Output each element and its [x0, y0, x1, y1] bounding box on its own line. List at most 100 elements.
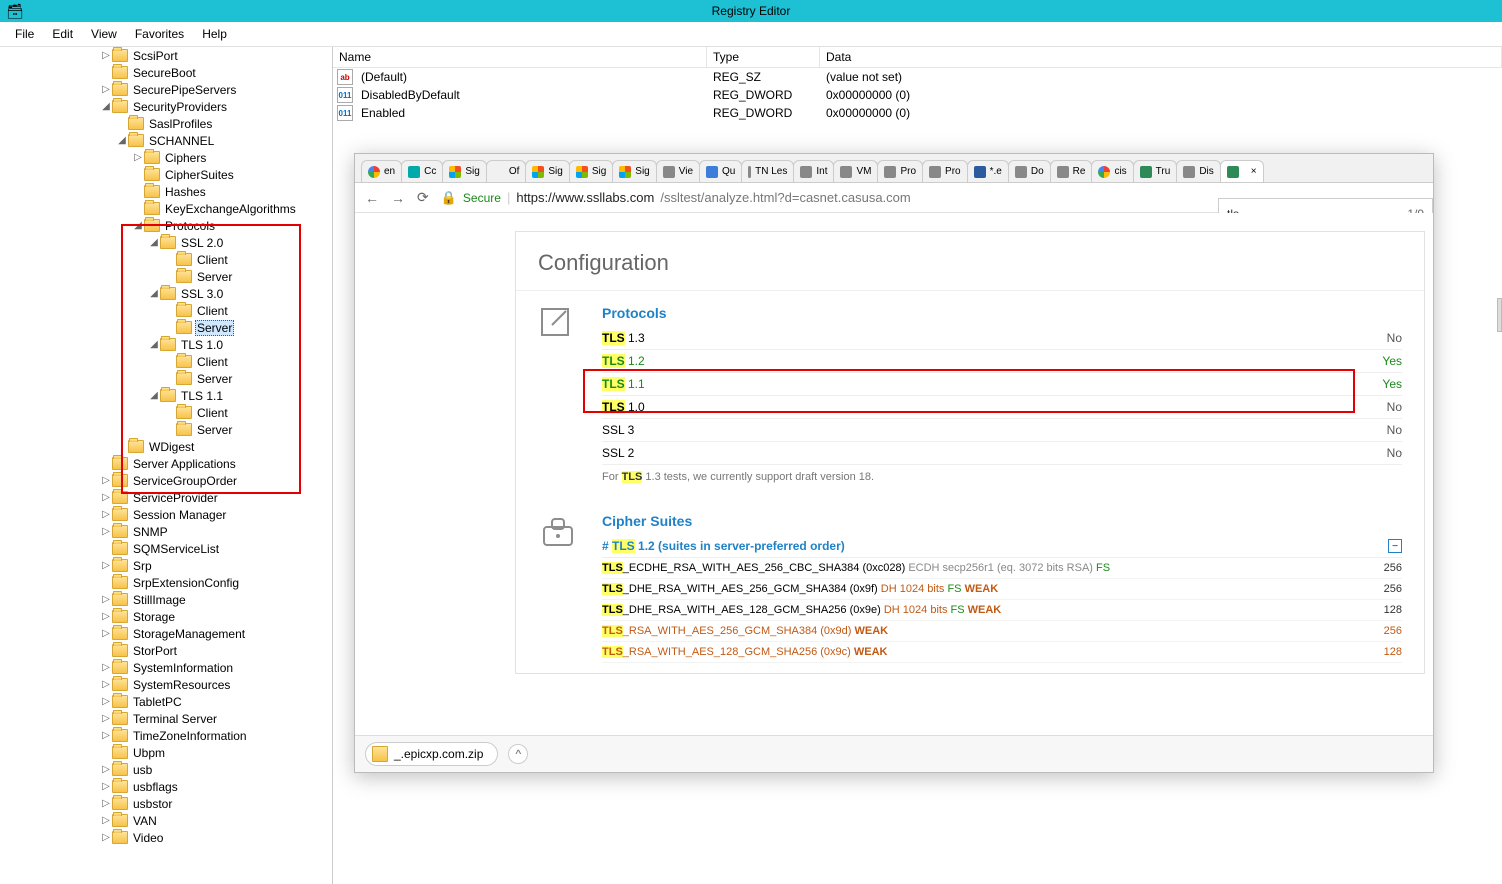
tree-item-ssl-3-0[interactable]: SSL 3.0 — [179, 287, 225, 301]
list-row[interactable]: 011EnabledREG_DWORD0x00000000 (0) — [333, 104, 1502, 122]
tree-item-tls-1-1[interactable]: TLS 1.1 — [179, 389, 225, 403]
tree-item-stillimage[interactable]: StillImage — [131, 593, 188, 607]
tree-caret[interactable]: ▷ — [100, 781, 112, 792]
tree-item-ubpm[interactable]: Ubpm — [131, 746, 167, 760]
tree-item-timezoneinformation[interactable]: TimeZoneInformation — [131, 729, 249, 743]
browser-tab[interactable]: en — [361, 160, 402, 182]
tree-caret[interactable]: ▷ — [100, 815, 112, 826]
tree-item-serviceprovider[interactable]: ServiceProvider — [131, 491, 220, 505]
browser-tab[interactable]: Of — [486, 160, 527, 182]
tree-caret[interactable]: ▷ — [100, 662, 112, 673]
tree-caret[interactable]: ▷ — [100, 492, 112, 503]
tree-caret[interactable]: ▷ — [100, 611, 112, 622]
browser-tab[interactable]: Sig — [569, 160, 613, 182]
tree-caret[interactable]: ▷ — [100, 798, 112, 809]
tree-item-scsiport[interactable]: ScsiPort — [131, 49, 180, 63]
tree-item-server[interactable]: Server — [195, 270, 234, 284]
tree-item-client[interactable]: Client — [195, 355, 230, 369]
tree-item-hashes[interactable]: Hashes — [163, 185, 208, 199]
tree-item-video[interactable]: Video — [131, 831, 165, 845]
tree-caret[interactable]: ▷ — [132, 152, 144, 163]
tree-item-storage[interactable]: Storage — [131, 610, 177, 624]
col-type[interactable]: Type — [707, 47, 820, 67]
browser-tab[interactable]: Vie — [656, 160, 700, 182]
tree-item-ciphers[interactable]: Ciphers — [163, 151, 208, 165]
tree-item-systeminformation[interactable]: SystemInformation — [131, 661, 235, 675]
tree-caret[interactable]: ◢ — [116, 135, 128, 146]
tree-caret[interactable]: ◢ — [148, 237, 160, 248]
browser-tab[interactable]: Cc — [401, 160, 443, 182]
tree-item-server[interactable]: Server — [195, 320, 234, 336]
tree-item-secureboot[interactable]: SecureBoot — [131, 66, 198, 80]
browser-tab[interactable]: Int — [793, 160, 834, 182]
tree-caret[interactable]: ▷ — [100, 594, 112, 605]
tree-caret[interactable]: ▷ — [100, 84, 112, 95]
col-data[interactable]: Data — [820, 47, 1502, 67]
resize-handle[interactable] — [1497, 298, 1502, 332]
cipher-heading[interactable]: Cipher Suites — [602, 513, 1402, 529]
browser-tab[interactable]: Dis — [1176, 160, 1220, 182]
tree-item-servicegrouporder[interactable]: ServiceGroupOrder — [131, 474, 239, 488]
browser-tab[interactable]: Do — [1008, 160, 1051, 182]
list-row[interactable]: ab(Default)REG_SZ(value not set) — [333, 68, 1502, 86]
tree-caret[interactable]: ▷ — [100, 730, 112, 741]
tree-item-securepipeservers[interactable]: SecurePipeServers — [131, 83, 238, 97]
tree-item-securityproviders[interactable]: SecurityProviders — [131, 100, 229, 114]
forward-icon[interactable]: → — [391, 190, 405, 206]
tree-item-usbstor[interactable]: usbstor — [131, 797, 174, 811]
tree-caret[interactable]: ◢ — [148, 339, 160, 350]
tree-item-storagemanagement[interactable]: StorageManagement — [131, 627, 247, 641]
tree-item-keyexchangealgorithms[interactable]: KeyExchangeAlgorithms — [163, 202, 298, 216]
menu-help[interactable]: Help — [193, 25, 236, 43]
tree-caret[interactable]: ▷ — [100, 713, 112, 724]
browser-tab[interactable]: cis — [1091, 160, 1133, 182]
tree-item-snmp[interactable]: SNMP — [131, 525, 170, 539]
tree-caret[interactable]: ▷ — [100, 475, 112, 486]
menu-favorites[interactable]: Favorites — [126, 25, 193, 43]
tree-item-server[interactable]: Server — [195, 372, 234, 386]
browser-tab[interactable]: Tru — [1133, 160, 1178, 182]
tree-item-client[interactable]: Client — [195, 304, 230, 318]
tree-caret[interactable]: ▷ — [100, 679, 112, 690]
col-name[interactable]: Name — [333, 47, 707, 67]
browser-tab[interactable]: Sig — [612, 160, 656, 182]
tree-item-storport[interactable]: StorPort — [131, 644, 179, 658]
tree-item-srp[interactable]: Srp — [131, 559, 154, 573]
menu-view[interactable]: View — [82, 25, 126, 43]
tree-item-terminal-server[interactable]: Terminal Server — [131, 712, 219, 726]
menu-file[interactable]: File — [6, 25, 43, 43]
tree-item-wdigest[interactable]: WDigest — [147, 440, 196, 454]
tree-caret[interactable]: ◢ — [148, 390, 160, 401]
browser-tab[interactable]: TN Les — [741, 160, 794, 182]
list-row[interactable]: 011DisabledByDefaultREG_DWORD0x00000000 … — [333, 86, 1502, 104]
tree-item-protocols[interactable]: Protocols — [163, 219, 217, 233]
tree-item-sqmservicelist[interactable]: SQMServiceList — [131, 542, 221, 556]
close-icon[interactable]: × — [1251, 166, 1257, 177]
tree-item-ciphersuites[interactable]: CipherSuites — [163, 168, 236, 182]
tree-caret[interactable]: ▷ — [100, 696, 112, 707]
tree-item-session-manager[interactable]: Session Manager — [131, 508, 228, 522]
tree-caret[interactable]: ◢ — [100, 101, 112, 112]
browser-tab[interactable]: Re — [1050, 160, 1093, 182]
browser-tab[interactable]: Sig — [525, 160, 569, 182]
browser-tab[interactable]: Qu — [699, 160, 742, 182]
tree-item-ssl-2-0[interactable]: SSL 2.0 — [179, 236, 225, 250]
tree-caret[interactable]: ▷ — [100, 509, 112, 520]
protocols-heading[interactable]: Protocols — [602, 305, 1402, 321]
browser-tab[interactable]: × — [1220, 160, 1264, 182]
tree-item-van[interactable]: VAN — [131, 814, 159, 828]
tree-caret[interactable]: ▷ — [100, 832, 112, 843]
tree-caret[interactable]: ▷ — [100, 526, 112, 537]
back-icon[interactable]: ← — [365, 190, 379, 206]
tree-item-usb[interactable]: usb — [131, 763, 154, 777]
tree-item-schannel[interactable]: SCHANNEL — [147, 134, 216, 148]
browser-tab[interactable]: Pro — [877, 160, 923, 182]
tree-item-server[interactable]: Server — [195, 423, 234, 437]
reload-icon[interactable]: ⟳ — [417, 189, 429, 206]
tree-caret[interactable]: ▷ — [100, 50, 112, 61]
tree-caret[interactable]: ◢ — [148, 288, 160, 299]
tree-caret[interactable]: ▷ — [100, 560, 112, 571]
menu-edit[interactable]: Edit — [43, 25, 82, 43]
browser-tab[interactable]: Pro — [922, 160, 968, 182]
tree-item-client[interactable]: Client — [195, 253, 230, 267]
